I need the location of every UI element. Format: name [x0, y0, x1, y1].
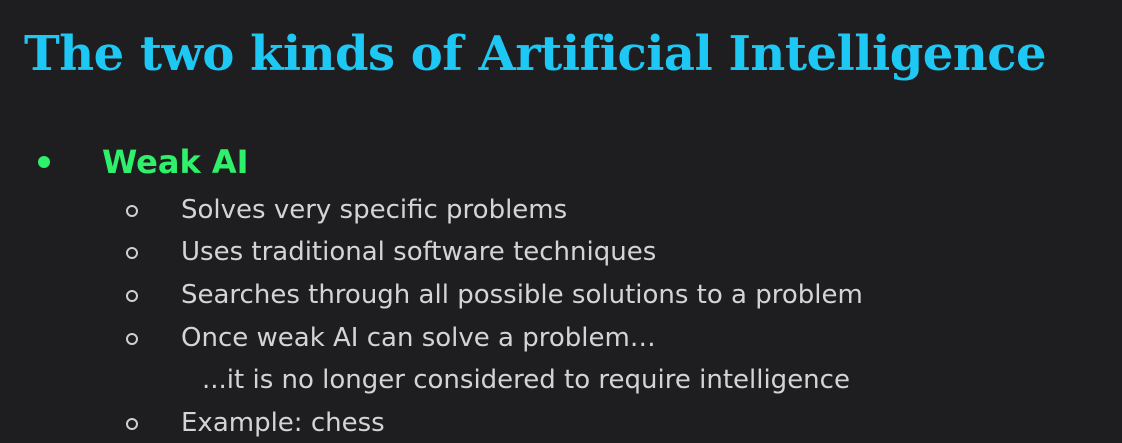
sub-bullet-item: Example: chess	[126, 403, 385, 443]
sub-bullet-item: Searches through all possible solutions …	[126, 275, 863, 315]
bullet-dot-icon	[38, 156, 50, 168]
hollow-circle-bullet-icon	[126, 247, 138, 259]
hollow-circle-bullet-icon	[126, 290, 138, 302]
sub-bullet-text: Uses traditional software techniques	[181, 237, 657, 267]
hollow-circle-bullet-icon	[126, 205, 138, 217]
sub-bullet-continuation: ...it is no longer considered to require…	[202, 365, 850, 395]
hollow-circle-bullet-icon	[126, 418, 138, 430]
hollow-circle-bullet-icon	[126, 333, 138, 345]
sub-bullet-item: Once weak AI can solve a problem…	[126, 318, 656, 358]
sub-bullet-text: Once weak AI can solve a problem…	[181, 323, 656, 353]
slide: The two kinds of Artificial Intelligence…	[0, 0, 1122, 440]
sub-bullet-text: Solves very specific problems	[181, 195, 568, 225]
slide-title: The two kinds of Artificial Intelligence	[24, 26, 1047, 82]
sub-bullet-text: Searches through all possible solutions …	[181, 280, 863, 310]
bullet-heading: Weak AI	[102, 143, 249, 181]
bullet-weak-ai: Weak AI	[38, 140, 249, 184]
sub-bullet-item: Uses traditional software techniques	[126, 232, 656, 272]
sub-bullet-text: Example: chess	[181, 408, 385, 438]
sub-bullet-item: Solves very specific problems	[126, 190, 567, 230]
